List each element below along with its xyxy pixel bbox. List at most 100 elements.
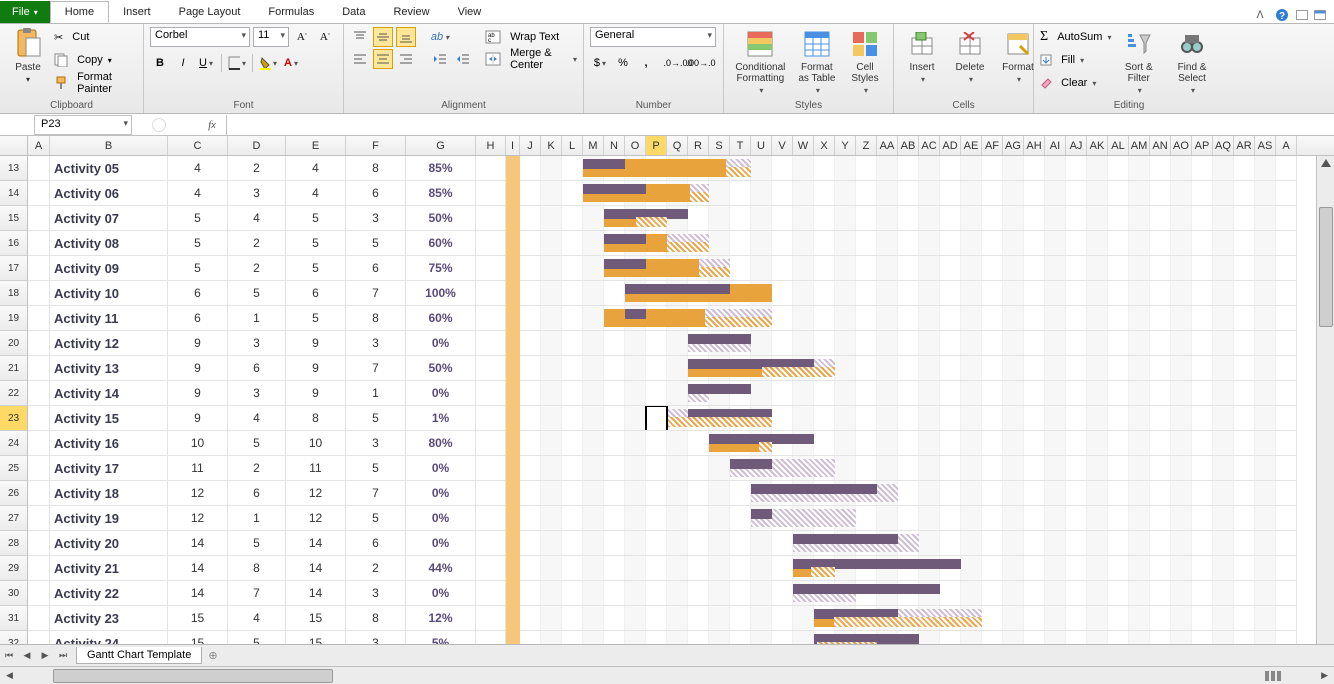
cell[interactable] — [28, 481, 50, 506]
decrease-decimal-icon[interactable]: .00→.0 — [691, 53, 711, 73]
cell[interactable]: 0% — [406, 531, 476, 556]
cell[interactable]: 7 — [346, 481, 406, 506]
col-header-Y[interactable]: Y — [835, 136, 856, 155]
cell[interactable] — [28, 531, 50, 556]
active-cell[interactable] — [646, 406, 667, 431]
horizontal-scrollbar[interactable]: ◀ ▶ — [0, 666, 1334, 684]
cell[interactable] — [28, 381, 50, 406]
first-sheet-icon[interactable]: ⏮ — [0, 647, 18, 665]
cell[interactable]: 5 — [346, 231, 406, 256]
cell[interactable] — [476, 156, 506, 181]
align-bottom-icon[interactable] — [396, 27, 416, 47]
cell[interactable] — [476, 581, 506, 606]
cell[interactable]: 9 — [168, 381, 228, 406]
font-color-button[interactable]: A — [281, 53, 301, 73]
cell[interactable]: 8 — [346, 156, 406, 181]
cell[interactable] — [28, 456, 50, 481]
cell[interactable]: 6 — [346, 181, 406, 206]
ribbon-tab-data[interactable]: Data — [328, 1, 379, 23]
gantt-row[interactable] — [520, 481, 1297, 506]
ribbon-tab-page-layout[interactable]: Page Layout — [165, 1, 255, 23]
cell[interactable] — [476, 281, 506, 306]
cell[interactable]: 2 — [346, 556, 406, 581]
col-header-W[interactable]: W — [793, 136, 814, 155]
cell[interactable]: 5 — [286, 206, 346, 231]
cell[interactable]: 5 — [168, 231, 228, 256]
align-right-icon[interactable] — [396, 49, 416, 69]
cell[interactable] — [28, 356, 50, 381]
cell[interactable]: 14 — [286, 531, 346, 556]
vertical-scrollbar[interactable] — [1316, 156, 1334, 644]
cell[interactable]: Activity 22 — [50, 581, 168, 606]
font-size-combo[interactable]: 11 — [253, 27, 289, 47]
row-header[interactable]: 15 — [0, 206, 28, 231]
cell[interactable]: 3 — [228, 181, 286, 206]
col-header-L[interactable]: L — [562, 136, 583, 155]
ribbon-tab-insert[interactable]: Insert — [109, 1, 165, 23]
clear-button[interactable]: Clear — [1040, 72, 1111, 94]
row-header[interactable]: 18 — [0, 281, 28, 306]
gantt-row[interactable] — [520, 406, 1297, 431]
cell[interactable]: 8 — [228, 556, 286, 581]
cell[interactable]: 75% — [406, 256, 476, 281]
gantt-row[interactable] — [520, 381, 1297, 406]
number-format-combo[interactable]: General — [590, 27, 716, 47]
cell[interactable]: 4 — [228, 406, 286, 431]
row-header[interactable]: 16 — [0, 231, 28, 256]
gantt-row[interactable] — [520, 356, 1297, 381]
col-header-AC[interactable]: AC — [919, 136, 940, 155]
cell[interactable]: Activity 08 — [50, 231, 168, 256]
col-header-AH[interactable]: AH — [1024, 136, 1045, 155]
gantt-row[interactable] — [520, 531, 1297, 556]
col-header-AF[interactable]: AF — [982, 136, 1003, 155]
cell[interactable]: 5 — [286, 256, 346, 281]
gantt-row[interactable] — [520, 231, 1297, 256]
cell[interactable] — [28, 406, 50, 431]
col-header-P[interactable]: P — [646, 136, 667, 155]
cell[interactable] — [28, 606, 50, 631]
cell[interactable]: Activity 18 — [50, 481, 168, 506]
cell[interactable] — [476, 356, 506, 381]
cell[interactable] — [28, 506, 50, 531]
col-header-K[interactable]: K — [541, 136, 562, 155]
cell[interactable]: 12 — [168, 481, 228, 506]
cell[interactable]: Activity 16 — [50, 431, 168, 456]
col-header-AQ[interactable]: AQ — [1213, 136, 1234, 155]
cell[interactable]: 5 — [168, 256, 228, 281]
cell[interactable]: 1 — [346, 381, 406, 406]
cell[interactable]: 0% — [406, 456, 476, 481]
align-left-icon[interactable] — [350, 49, 370, 69]
cell[interactable]: 5 — [228, 431, 286, 456]
col-header-A[interactable]: A — [1276, 136, 1297, 155]
cell[interactable]: Activity 11 — [50, 306, 168, 331]
cell[interactable]: 12 — [286, 481, 346, 506]
window-icon[interactable] — [1314, 10, 1326, 20]
col-header-AG[interactable]: AG — [1003, 136, 1024, 155]
cell[interactable]: 11 — [286, 456, 346, 481]
copy-button[interactable]: Copy▾ — [54, 49, 137, 71]
cell[interactable]: 5 — [168, 206, 228, 231]
cell[interactable] — [476, 431, 506, 456]
format-painter-button[interactable]: Format Painter — [54, 72, 137, 94]
cell[interactable]: Activity 19 — [50, 506, 168, 531]
cell[interactable]: 6 — [346, 256, 406, 281]
formula-input[interactable] — [226, 115, 1334, 135]
cell[interactable]: Activity 17 — [50, 456, 168, 481]
cell[interactable]: 3 — [228, 381, 286, 406]
cell[interactable]: 9 — [286, 381, 346, 406]
col-header-Q[interactable]: Q — [667, 136, 688, 155]
col-header-O[interactable]: O — [625, 136, 646, 155]
orientation-icon[interactable]: ab — [430, 27, 450, 47]
bold-button[interactable]: B — [150, 53, 170, 73]
col-header-AN[interactable]: AN — [1150, 136, 1171, 155]
fill-button[interactable]: Fill — [1040, 49, 1111, 71]
ribbon-tab-formulas[interactable]: Formulas — [254, 1, 328, 23]
cell[interactable]: 8 — [346, 606, 406, 631]
cell[interactable]: 9 — [168, 356, 228, 381]
cell[interactable]: Activity 09 — [50, 256, 168, 281]
cell[interactable]: 6 — [346, 531, 406, 556]
cell[interactable] — [476, 381, 506, 406]
cell[interactable]: 5 — [228, 281, 286, 306]
cell[interactable]: Activity 14 — [50, 381, 168, 406]
chevron-up-icon[interactable]: ᐱ — [1252, 7, 1268, 23]
